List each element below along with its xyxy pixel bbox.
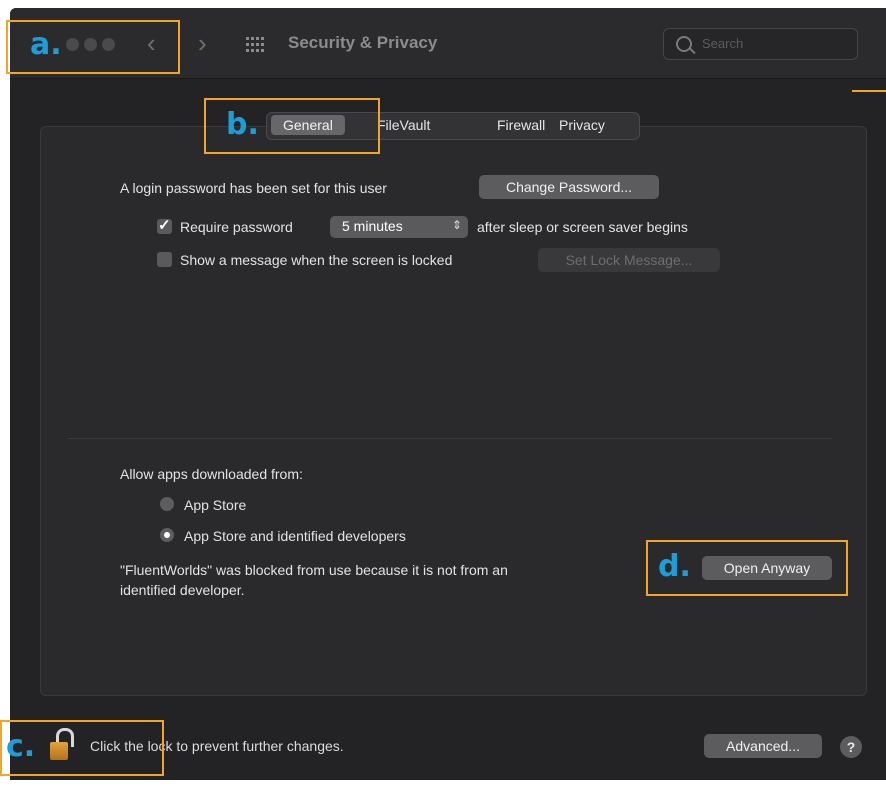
chevron-right-icon[interactable]: › [198, 28, 207, 58]
tab-filevault[interactable]: FileVault [377, 117, 430, 133]
change-password-button[interactable]: Change Password... [479, 175, 659, 199]
tab-privacy[interactable]: Privacy [559, 117, 605, 133]
advanced-button[interactable]: Advanced... [704, 734, 822, 758]
tab-firewall[interactable]: Firewall [497, 117, 545, 133]
allow-apps-heading: Allow apps downloaded from: [120, 466, 303, 482]
radio-app-store-identified[interactable] [160, 528, 174, 542]
show-message-label: Show a message when the screen is locked [180, 252, 453, 268]
annotation-label-b: b. [226, 107, 259, 142]
general-panel [40, 126, 867, 696]
set-lock-message-button[interactable]: Set Lock Message... [538, 248, 720, 272]
password-delay-select[interactable]: 5 minutes ⇕ [330, 216, 468, 238]
updown-chevron-icon: ⇕ [451, 218, 462, 232]
radio-app-store-label: App Store [184, 497, 247, 513]
search-icon [676, 36, 692, 52]
help-button[interactable]: ? [840, 736, 862, 758]
blocked-message-line2: identified developer. [120, 582, 245, 598]
section-divider [68, 438, 832, 439]
annotation-label-d: d. [658, 549, 691, 584]
annotation-label-a: a. [30, 27, 62, 62]
require-password-label: Require password [180, 219, 293, 235]
search-field[interactable]: Search [663, 28, 858, 60]
blocked-message-line1: "FluentWorlds" was blocked from use beca… [120, 562, 508, 578]
require-password-checkbox[interactable] [157, 216, 172, 234]
annotation-label-c: c. [6, 729, 36, 764]
require-password-suffix: after sleep or screen saver begins [477, 219, 688, 235]
grid-icon[interactable] [246, 37, 264, 53]
annotation-tick [852, 90, 886, 92]
window-title: Security & Privacy [288, 33, 438, 52]
password-delay-value: 5 minutes [342, 218, 403, 234]
search-placeholder: Search [702, 36, 744, 51]
login-password-text: A login password has been set for this u… [120, 180, 387, 196]
radio-app-store[interactable] [160, 497, 174, 511]
show-message-checkbox[interactable] [157, 252, 172, 267]
radio-app-store-identified-label: App Store and identified developers [184, 528, 406, 544]
